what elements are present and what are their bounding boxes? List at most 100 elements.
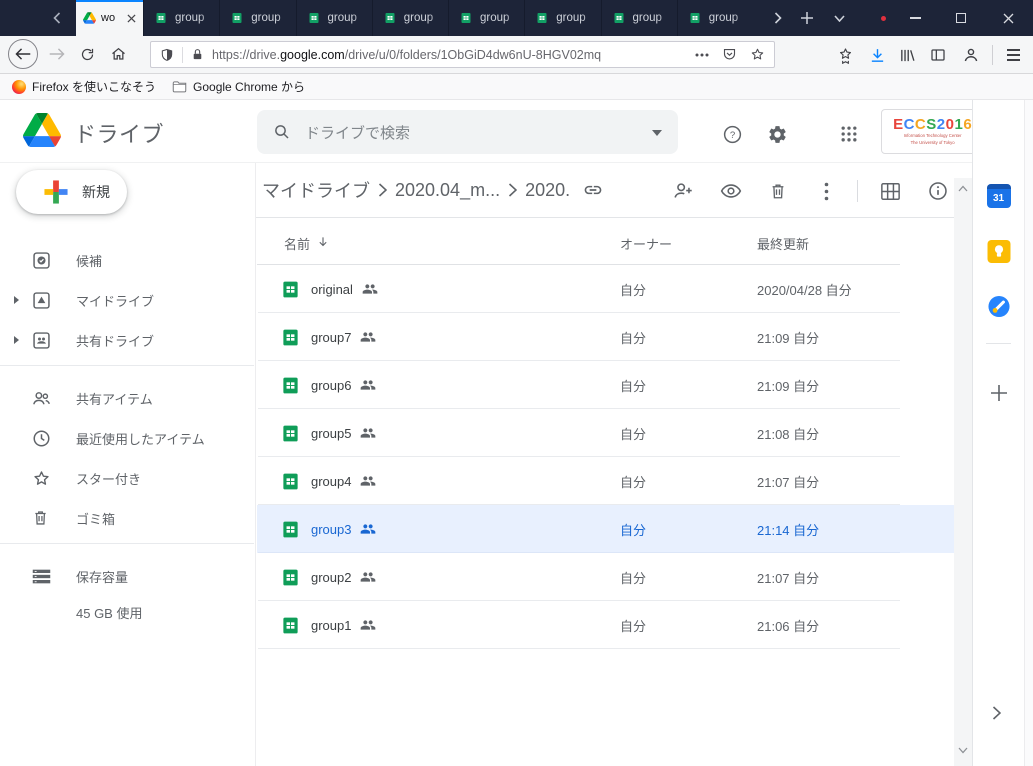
sheets-file-icon: [281, 424, 300, 443]
folder-icon: [172, 80, 187, 93]
sidebar-item-shared-with-me[interactable]: 共有アイテム: [0, 378, 254, 418]
tab-group-sheet[interactable]: group: [219, 0, 295, 36]
breadcrumb-my-drive[interactable]: マイドライブ: [262, 177, 370, 203]
back-button[interactable]: [8, 39, 38, 69]
home-button[interactable]: [106, 44, 130, 64]
tab-group-sheet[interactable]: group: [296, 0, 372, 36]
more-actions-button[interactable]: [815, 180, 837, 202]
search-box[interactable]: ドライブで検索: [257, 110, 678, 154]
file-row-original[interactable]: original 自分 2020/04/28 自分: [257, 265, 954, 313]
file-row-group7[interactable]: group7 自分 21:09 自分: [257, 313, 954, 361]
google-apps-grid-button[interactable]: [838, 123, 860, 145]
grid-view-button[interactable]: [879, 180, 901, 202]
tab-scroll-right-button[interactable]: [764, 0, 792, 36]
column-header-modified[interactable]: 最終更新: [757, 234, 809, 253]
tab-group-sheet[interactable]: group: [143, 0, 219, 36]
breadcrumb-parent-folder[interactable]: 2020.04_m...: [395, 180, 500, 201]
file-row-group1[interactable]: group1 自分 21:06 自分: [257, 601, 954, 649]
tab-group-sheet[interactable]: group: [524, 0, 600, 36]
preview-eye-button[interactable]: [720, 180, 742, 202]
download-button[interactable]: [866, 44, 888, 66]
sidebar-item-storage[interactable]: 保存容量: [0, 556, 254, 596]
help-button[interactable]: ?: [721, 123, 743, 145]
tasks-app-icon[interactable]: [987, 295, 1010, 318]
add-addon-button[interactable]: [990, 384, 1008, 402]
share-add-person-button[interactable]: [672, 180, 694, 202]
library-button[interactable]: [896, 44, 918, 66]
window-close-button[interactable]: [988, 0, 1028, 36]
delete-trash-button[interactable]: [767, 180, 789, 202]
sidebar-item-priority[interactable]: 候補: [0, 240, 254, 280]
tab-group-sheet[interactable]: group: [372, 0, 448, 36]
sort-descending-icon[interactable]: [316, 235, 330, 249]
tab-scroll-left-button[interactable]: [44, 0, 70, 36]
file-row-group5[interactable]: group5 自分 21:08 自分: [257, 409, 954, 457]
tab-bar: wo group group group group group group g…: [0, 0, 1033, 36]
window-scrollbar[interactable]: [1024, 100, 1033, 766]
bookmark-firefox-tips[interactable]: Firefox を使いこなそう: [12, 78, 156, 95]
list-scrollbar[interactable]: [954, 178, 972, 766]
file-row-group3[interactable]: group3 自分 21:14 自分: [257, 505, 954, 553]
calendar-app-icon[interactable]: 31: [987, 184, 1011, 208]
whats-new-star-button[interactable]: [834, 44, 856, 66]
sidebar-item-shared-drives[interactable]: 共有ドライブ: [0, 320, 254, 360]
column-header-name[interactable]: 名前: [284, 234, 310, 253]
side-panel-divider: [986, 343, 1011, 344]
search-icon[interactable]: [273, 123, 291, 141]
settings-gear-button[interactable]: [766, 123, 788, 145]
sidebars-button[interactable]: [927, 44, 949, 66]
my-drive-icon: [31, 290, 52, 311]
collapse-panel-button[interactable]: [992, 706, 1006, 720]
info-button[interactable]: [927, 180, 949, 202]
page-actions-more-icon[interactable]: [695, 53, 709, 57]
keep-app-icon[interactable]: [987, 240, 1010, 263]
tab-close-icon[interactable]: [127, 14, 136, 23]
sidebar-item-recent[interactable]: 最近使用したアイテム: [0, 418, 254, 458]
tab-group-sheet[interactable]: group: [677, 0, 753, 36]
tracking-protection-shield-icon[interactable]: [160, 47, 174, 63]
file-owner: 自分: [620, 472, 646, 491]
get-link-icon[interactable]: [583, 180, 603, 200]
file-row-group2[interactable]: group2 自分 21:07 自分: [257, 553, 954, 601]
sidebar-item-trash[interactable]: ゴミ箱: [0, 498, 254, 538]
drive-logo-icon[interactable]: [23, 113, 61, 147]
account-button[interactable]: [960, 44, 982, 66]
window-minimize-button[interactable]: [895, 0, 935, 36]
sidebar-item-starred[interactable]: スター付き: [0, 458, 254, 498]
shared-people-icon: [360, 473, 376, 489]
column-header-owner[interactable]: オーナー: [620, 234, 672, 253]
bookmark-star-icon[interactable]: [750, 47, 765, 62]
group-tabs-strip: group group group group group group grou…: [143, 0, 753, 36]
search-input[interactable]: ドライブで検索: [305, 122, 652, 143]
menu-button[interactable]: [1002, 44, 1024, 66]
file-modified: 21:06 自分: [757, 616, 819, 635]
bookmark-folder-chrome[interactable]: Google Chrome から: [172, 78, 305, 95]
sidebar-item-my-drive[interactable]: マイドライブ: [0, 280, 254, 320]
reload-button[interactable]: [76, 44, 98, 64]
url-bar[interactable]: https://drive.google.com/drive/u/0/folde…: [150, 41, 775, 68]
file-row-group6[interactable]: group6 自分 21:09 自分: [257, 361, 954, 409]
minimize-icon: [910, 17, 921, 19]
tab-group-sheet[interactable]: group: [601, 0, 677, 36]
pocket-icon[interactable]: [722, 47, 737, 62]
new-tab-button[interactable]: [793, 0, 821, 36]
scroll-up-icon[interactable]: [958, 185, 968, 195]
sidebar-item-label: 候補: [76, 251, 102, 270]
scroll-down-icon[interactable]: [958, 747, 968, 757]
expand-caret-icon[interactable]: [14, 296, 19, 304]
new-button[interactable]: 新規: [16, 170, 127, 214]
file-owner: 自分: [620, 424, 646, 443]
eccs-logo-text: ECCS2016: [887, 117, 978, 132]
forward-button[interactable]: [47, 44, 67, 64]
sheets-favicon-icon: [613, 12, 625, 24]
tab-group-sheet[interactable]: group: [448, 0, 524, 36]
browser-window: wo group group group group group group g…: [0, 0, 1033, 766]
url-text[interactable]: https://drive.google.com/drive/u/0/folde…: [212, 48, 689, 62]
expand-caret-icon[interactable]: [14, 336, 19, 344]
window-maximize-button[interactable]: [941, 0, 981, 36]
breadcrumb-current-folder[interactable]: 2020.: [525, 180, 570, 201]
list-all-tabs-button[interactable]: [825, 0, 853, 36]
file-row-group4[interactable]: group4 自分 21:07 自分: [257, 457, 954, 505]
search-options-caret-icon[interactable]: [652, 130, 662, 141]
tab-active-drive[interactable]: wo: [76, 0, 143, 36]
